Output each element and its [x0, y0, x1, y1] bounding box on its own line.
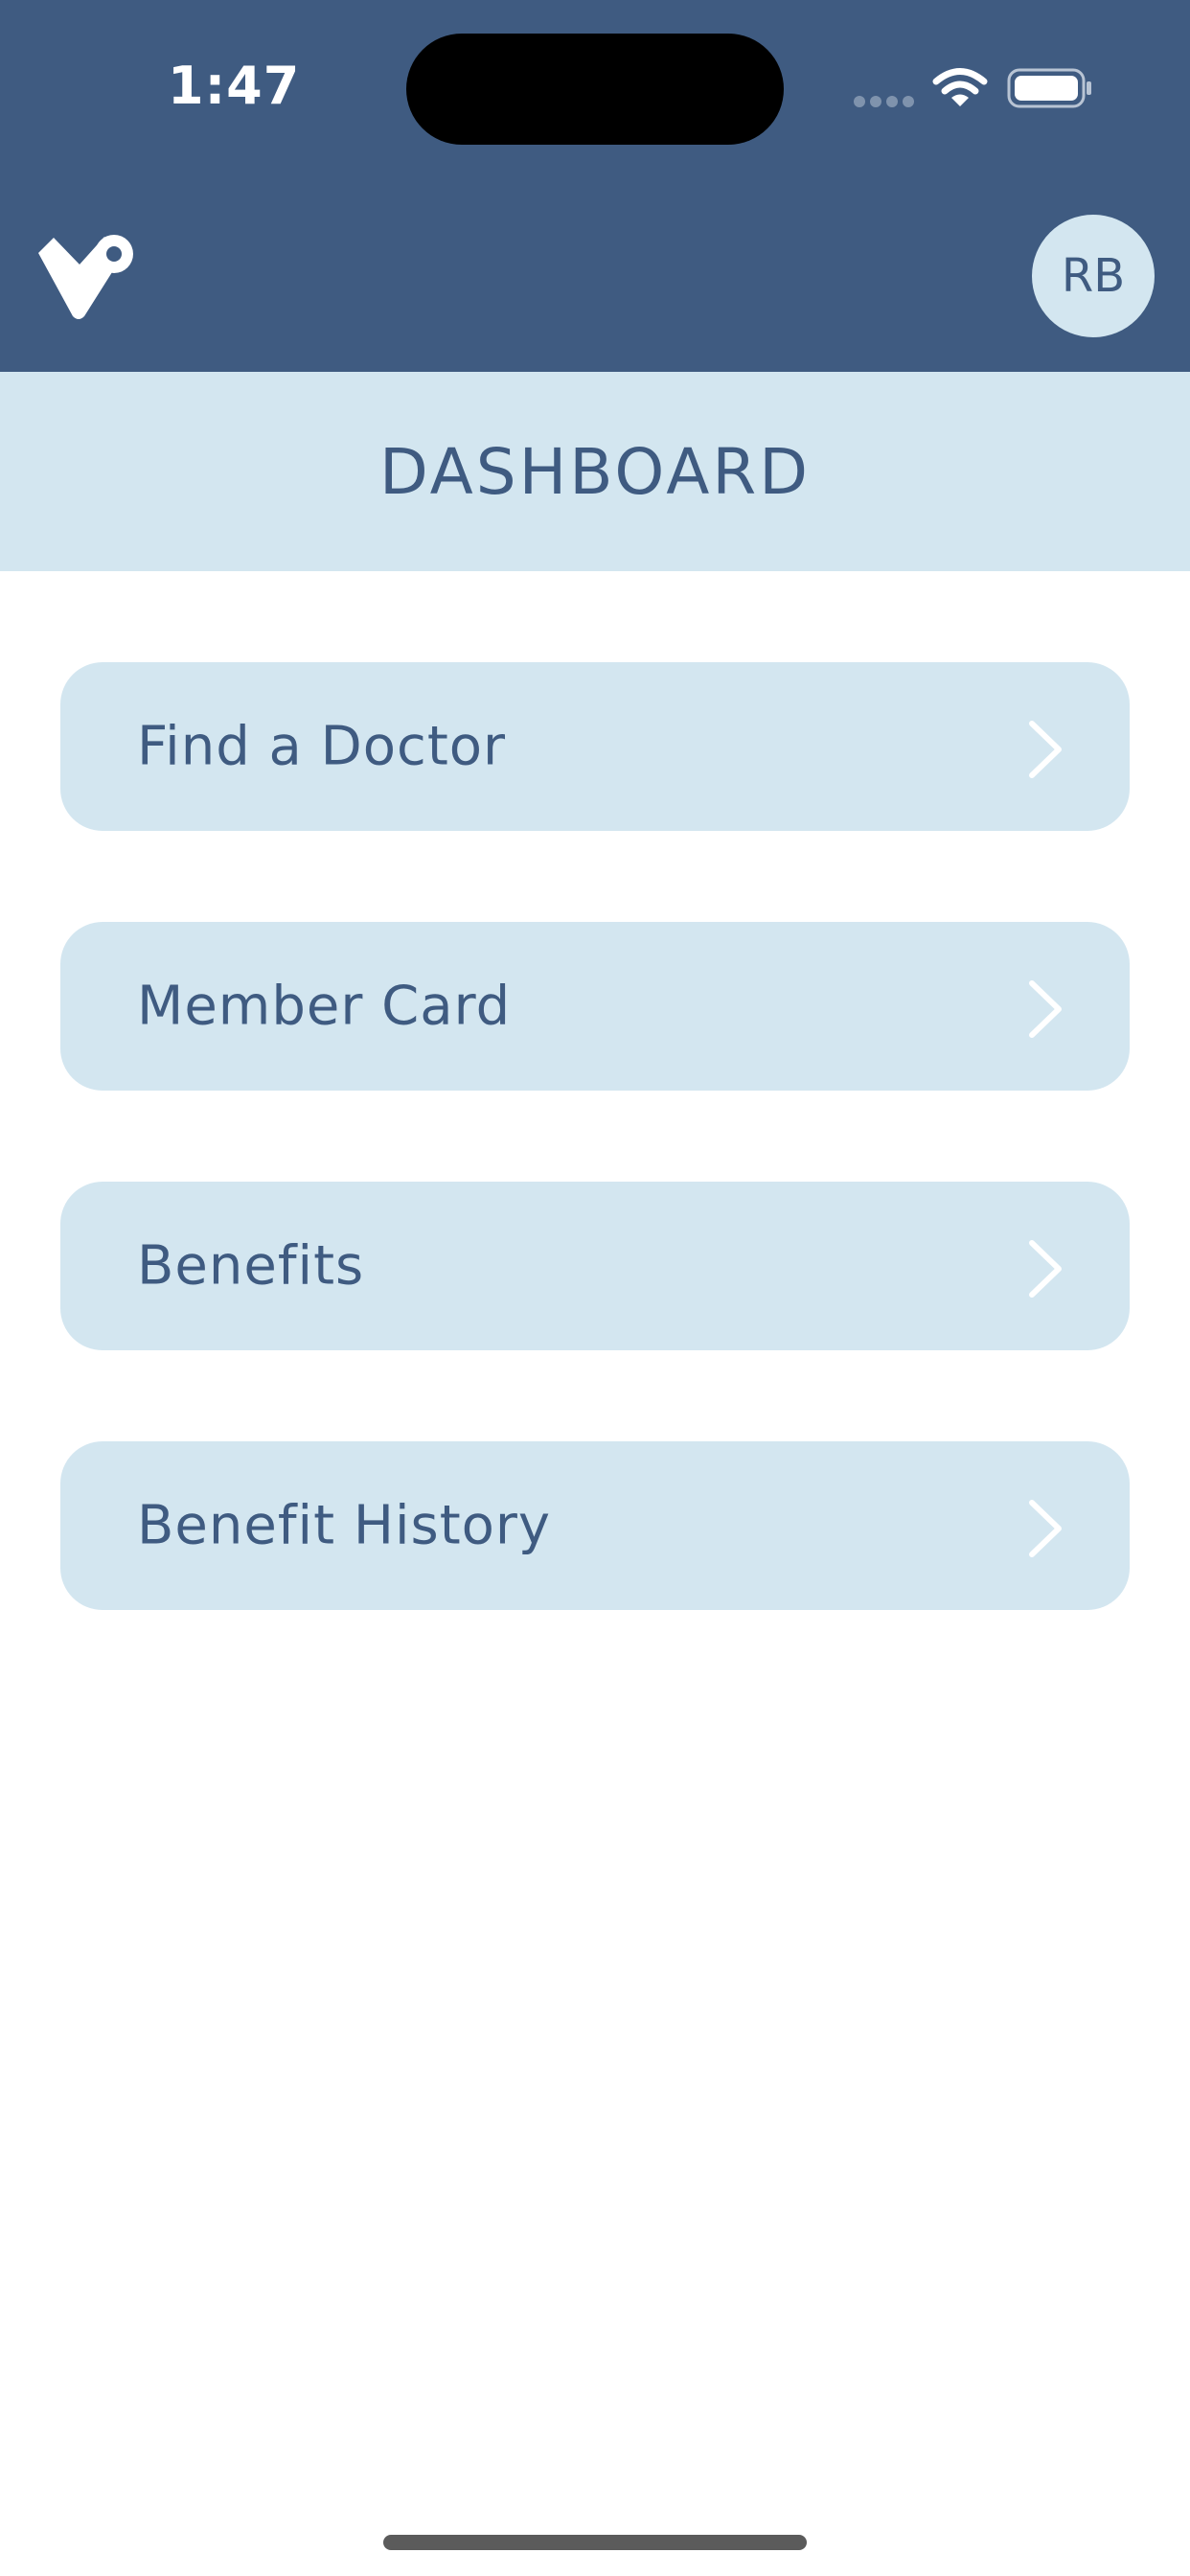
- status-time: 1:47: [168, 56, 301, 116]
- battery-icon: [1007, 68, 1091, 108]
- menu-item-label: Benefits: [137, 1234, 365, 1298]
- cellular-signal-icon: [854, 96, 914, 107]
- chevron-right-icon: [1029, 1500, 1062, 1557]
- chevron-right-icon: [1029, 1240, 1062, 1298]
- page-title: DASHBOARD: [378, 434, 812, 509]
- menu-item-label: Benefit History: [137, 1494, 552, 1557]
- wifi-icon: [932, 68, 988, 106]
- chevron-right-icon: [1029, 721, 1062, 778]
- menu-item-label: Find a Doctor: [137, 715, 507, 778]
- app-header: 1:47 RB: [0, 0, 1190, 372]
- home-indicator[interactable]: [383, 2535, 807, 2550]
- menu-item-find-a-doctor[interactable]: Find a Doctor: [60, 662, 1130, 831]
- menu-item-label: Member Card: [137, 975, 512, 1038]
- menu-item-benefit-history[interactable]: Benefit History: [60, 1441, 1130, 1610]
- user-avatar[interactable]: RB: [1032, 215, 1155, 337]
- menu-item-benefits[interactable]: Benefits: [60, 1182, 1130, 1350]
- app-logo-icon: [38, 235, 133, 319]
- menu-item-member-card[interactable]: Member Card: [60, 922, 1130, 1091]
- title-band: DASHBOARD: [0, 372, 1190, 571]
- chevron-right-icon: [1029, 980, 1062, 1038]
- dynamic-island: [406, 34, 784, 145]
